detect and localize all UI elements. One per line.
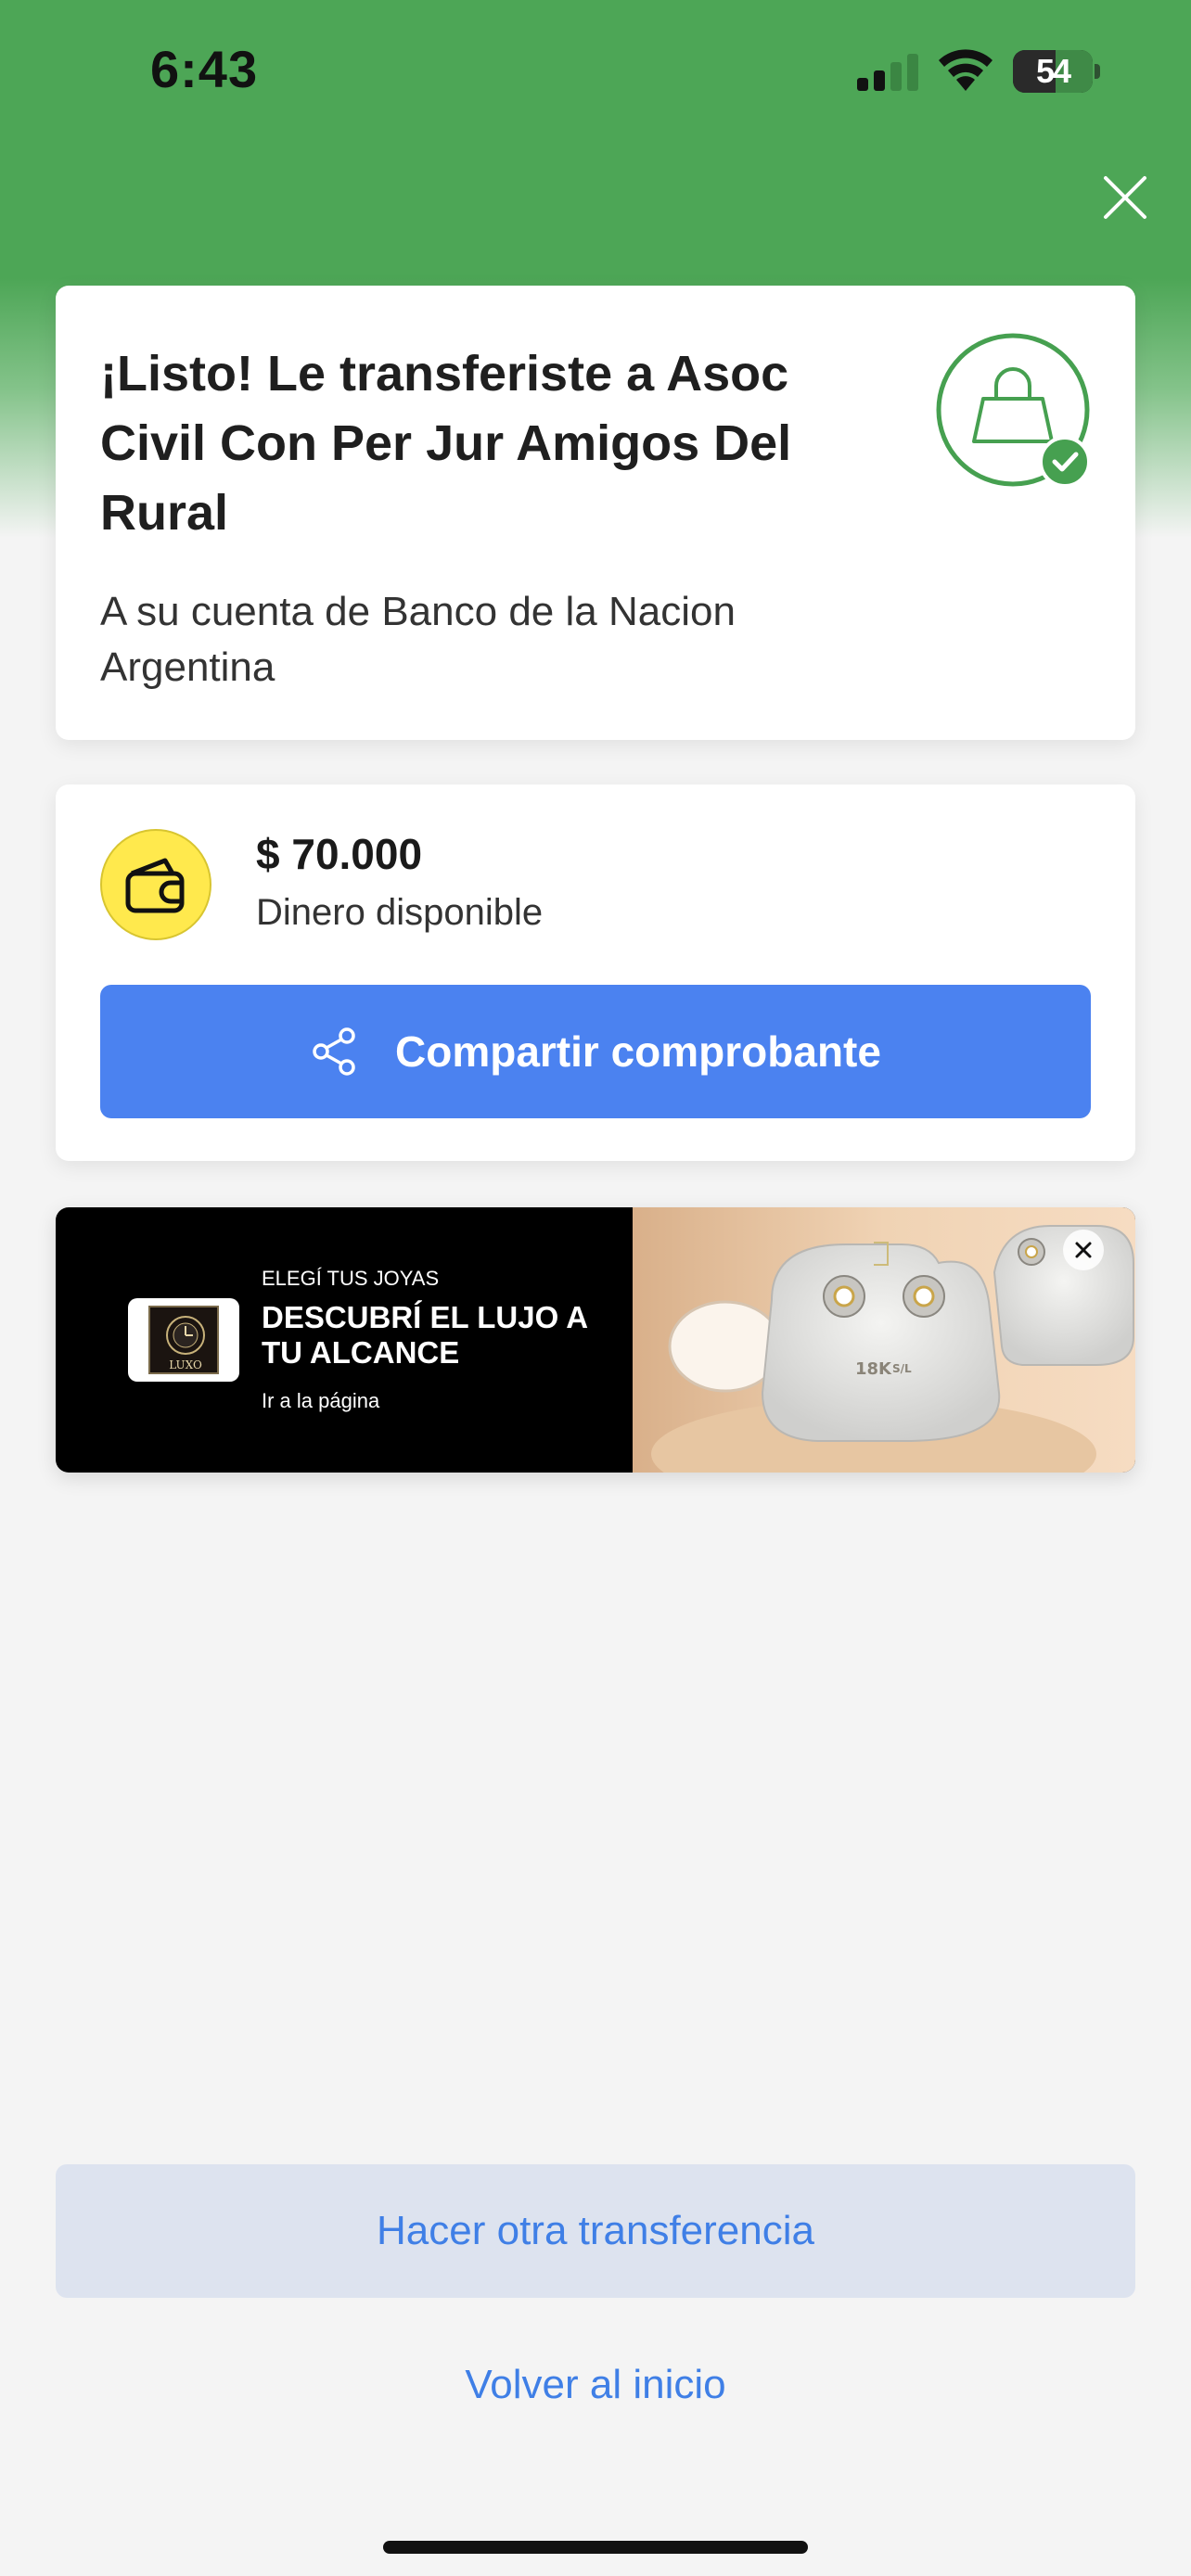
- available-amount-label: Dinero disponible: [256, 892, 544, 933]
- earrings-product-image: 18K S/L: [633, 1207, 1135, 1473]
- available-amount: $ 70.000: [256, 830, 423, 878]
- balance-card: $ 70.000 Dinero disponible Compartir com…: [56, 784, 1135, 1161]
- ad-close-button[interactable]: [1063, 1230, 1104, 1270]
- battery-level: 54: [1035, 52, 1071, 90]
- ad-headline: DESCUBRÍ EL LUJO A TU ALCANCE: [262, 1300, 587, 1370]
- success-title: ¡Listo! Le transferiste a Asoc Civil Con…: [100, 346, 792, 541]
- back-home-link[interactable]: Volver al inicio: [0, 2355, 1191, 2415]
- ad-image-text-sl: S/L: [892, 1362, 912, 1375]
- luxo-logo-text: LUXO: [169, 1358, 202, 1371]
- wallet-icon: [100, 829, 211, 940]
- share-receipt-button[interactable]: Compartir comprobante: [100, 985, 1091, 1118]
- transfer-success-card: ¡Listo! Le transferiste a Asoc Civil Con…: [56, 286, 1135, 740]
- status-time: 6:43: [150, 40, 259, 98]
- jewelry-ad-banner[interactable]: LUXO ELEGÍ TUS JOYAS DESCUBRÍ EL LUJO A …: [56, 1207, 1135, 1473]
- close-icon: [1075, 1242, 1092, 1258]
- battery-indicator: 54: [1013, 50, 1102, 93]
- wifi-icon: [939, 49, 992, 91]
- destination-account-text: A su cuenta de Banco de la Nacion Argent…: [100, 589, 736, 690]
- share-receipt-label: Compartir comprobante: [395, 1027, 881, 1076]
- other-transfer-button[interactable]: Hacer otra transferencia: [56, 2164, 1135, 2298]
- luxo-logo: LUXO: [128, 1298, 239, 1382]
- ad-link[interactable]: Ir a la página: [262, 1389, 379, 1413]
- cellular-signal-icon: [857, 54, 918, 91]
- share-icon: [313, 1027, 355, 1076]
- home-indicator: [383, 2541, 808, 2554]
- close-icon[interactable]: [1100, 172, 1150, 223]
- status-bar: 6:43 54: [0, 0, 1191, 139]
- ad-overline: ELEGÍ TUS JOYAS: [262, 1267, 440, 1290]
- shopping-bag-check-icon: [936, 333, 1091, 488]
- ad-image-text-18k: 18K: [855, 1359, 892, 1379]
